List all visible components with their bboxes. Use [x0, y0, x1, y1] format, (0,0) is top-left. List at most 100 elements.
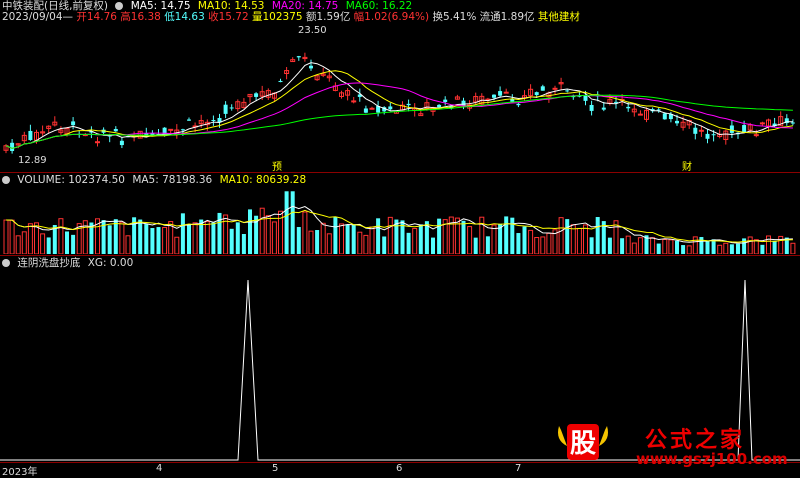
volume-label: VOLUME: 102374.50 [17, 174, 125, 186]
volume-bar [162, 226, 168, 254]
candle-body [296, 56, 301, 58]
indicator-name: 连阴洗盘抄底 [17, 257, 81, 269]
panel-divider-2[interactable] [0, 255, 800, 256]
volume-bar [637, 237, 643, 254]
indicator-header: 连阴洗盘抄底 XG: 0.00 [2, 257, 137, 270]
candle-body [656, 109, 661, 111]
volume-bar [174, 236, 180, 254]
volume-bar [631, 242, 637, 254]
volume-bar-panel[interactable] [0, 186, 800, 254]
volume-bar [113, 219, 118, 254]
candle-body [626, 106, 631, 109]
volume-bar [192, 222, 198, 254]
candle-body [369, 107, 375, 110]
candle-body [601, 107, 606, 110]
candle-body [552, 87, 558, 90]
volume-bar [65, 231, 69, 254]
volume-bar [686, 245, 692, 254]
watermark-logo: 股 [558, 424, 608, 460]
volume-bar [540, 236, 546, 254]
candle-body [10, 142, 15, 151]
volume-bar [479, 216, 485, 254]
ma60-line [5, 94, 793, 149]
candle-body [516, 103, 521, 106]
volume-bar [15, 235, 21, 254]
volume-bar [522, 226, 527, 254]
volume-bar [760, 244, 765, 254]
indicator-settings-circle-icon[interactable] [2, 259, 10, 267]
volume-bar [576, 227, 582, 254]
volume-bar [595, 217, 600, 254]
volume-bar [326, 233, 332, 254]
volume-bar [742, 238, 747, 254]
watermark-url: www.gszj100.com [636, 450, 788, 468]
candle-body [113, 128, 118, 132]
time-label-apr: 4 [156, 463, 163, 474]
volume-bar [3, 219, 9, 254]
volume-bar [729, 244, 734, 254]
volume-bar [229, 228, 234, 254]
volume-bar [491, 224, 497, 254]
volume-bar [711, 239, 716, 254]
volume-bar [339, 223, 344, 254]
volume-settings-circle-icon[interactable] [2, 176, 10, 184]
candle-body [388, 106, 393, 110]
volume-bar [9, 219, 15, 254]
volume-bar [510, 217, 515, 254]
candle-body [309, 65, 313, 69]
volume-bar [723, 242, 729, 254]
candle-body [71, 121, 76, 126]
volume-bar [363, 234, 369, 254]
candle-body [406, 103, 411, 106]
candle-body [583, 95, 588, 101]
volume-bar [528, 229, 534, 254]
price-candlestick-panel[interactable] [0, 24, 800, 170]
candle-body [278, 80, 283, 83]
candle-body [637, 113, 643, 116]
candle-body [662, 113, 667, 120]
candle-body [492, 94, 496, 98]
volume-bar [248, 209, 252, 254]
volume-bar [241, 234, 246, 254]
candle-body [790, 122, 795, 124]
volume-bar [290, 191, 295, 254]
volume-bar [138, 219, 143, 254]
candle-body [742, 125, 747, 133]
event-marker-forecast[interactable]: 预 [272, 158, 282, 173]
candle-body [187, 119, 191, 121]
volume-bar [753, 239, 759, 254]
quote-change: 幅1.02(6.94%) [353, 11, 430, 23]
candle-body [698, 129, 704, 132]
volume-bar [656, 243, 661, 254]
settings-circle-icon[interactable] [115, 2, 124, 10]
volume-bar [504, 216, 509, 254]
quote-close: 收15.72 [208, 11, 249, 23]
volume-bar [71, 234, 76, 254]
volume-bar [119, 221, 125, 254]
quote-volume: 量102375 [252, 11, 303, 23]
volume-ma10-label: MA10: 80639.28 [219, 174, 307, 186]
candle-body [363, 108, 368, 113]
volume-bar [620, 238, 625, 254]
volume-bar [406, 232, 411, 254]
candle-body [589, 104, 594, 111]
volume-bar [204, 221, 210, 254]
volume-bar [58, 218, 64, 254]
panel-divider[interactable] [0, 172, 800, 173]
volume-bar [144, 224, 149, 254]
volume-bar [705, 240, 710, 254]
volume-bar [650, 237, 656, 254]
quote-industry: 其他建材 [537, 11, 580, 23]
volume-bar [565, 219, 570, 254]
volume-bar [315, 230, 320, 254]
candle-body [693, 127, 698, 134]
event-marker-report[interactable]: 财 [682, 158, 692, 173]
volume-bar [699, 237, 704, 254]
volume-bar [558, 217, 564, 254]
volume-bar [625, 235, 631, 254]
high-price-marker: 23.50 [298, 25, 327, 36]
volume-bar [187, 224, 191, 254]
candle-body [211, 119, 216, 121]
candle-body [705, 133, 710, 139]
volume-bar [265, 215, 271, 254]
